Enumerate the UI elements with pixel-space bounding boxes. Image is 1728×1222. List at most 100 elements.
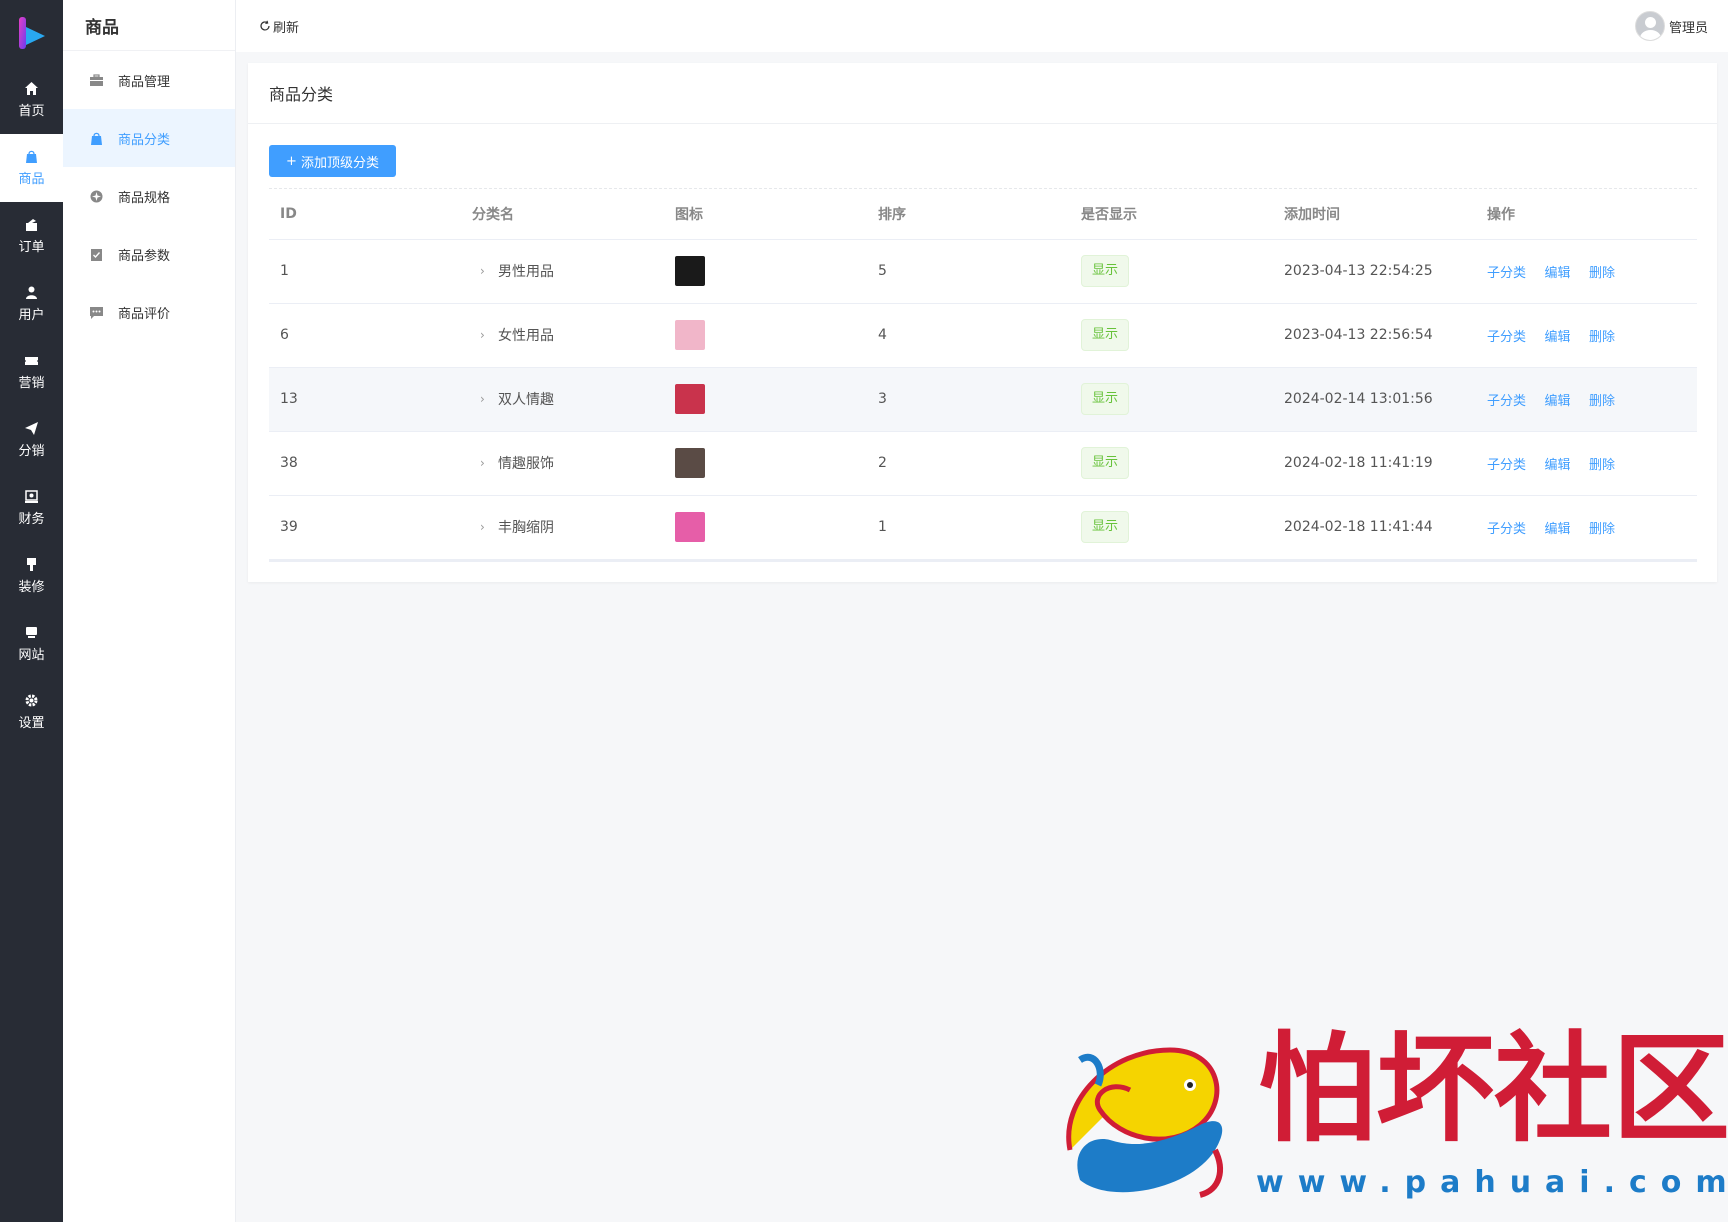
add-top-category-button[interactable]: + 添加顶级分类 <box>269 145 396 177</box>
cell-show: 显示 <box>1081 495 1284 560</box>
rail-item-2[interactable]: 订单 <box>0 202 63 270</box>
rail-item-0[interactable]: 首页 <box>0 66 63 134</box>
category-thumbnail <box>675 384 705 414</box>
cell-sort: 1 <box>878 495 1081 560</box>
table-row: 13 › 双人情趣 3 显示 2024-02-14 13:01:56 子分类 编… <box>269 367 1697 432</box>
delete-link[interactable]: 删除 <box>1589 522 1615 537</box>
category-thumbnail <box>675 512 705 542</box>
cell-icon <box>675 367 878 432</box>
cell-ops: 子分类 编辑 删除 <box>1487 495 1697 560</box>
plus-icon: + <box>286 153 297 169</box>
avatar <box>1634 11 1665 41</box>
status-badge: 显示 <box>1081 319 1130 351</box>
expand-chevron-icon[interactable]: › <box>480 392 490 406</box>
subnav-item-3[interactable]: 商品参数 <box>63 225 235 283</box>
app-logo[interactable] <box>0 0 63 66</box>
rail-item-3[interactable]: 用户 <box>0 270 63 338</box>
subcategory-link[interactable]: 子分类 <box>1487 458 1526 473</box>
add-button-label: 添加顶级分类 <box>300 155 379 171</box>
user-name: 管理员 <box>1668 20 1708 36</box>
cell-time: 2024-02-14 13:01:56 <box>1284 367 1487 432</box>
user-icon <box>26 286 37 299</box>
watermark: 怕坏社区 www.pahuai.com <box>1050 1030 1728 1210</box>
finance-icon <box>25 490 38 503</box>
edit-link[interactable]: 编辑 <box>1544 330 1570 345</box>
cell-show: 显示 <box>1081 303 1284 368</box>
delete-link[interactable]: 删除 <box>1589 266 1615 281</box>
rail-item-label: 网站 <box>18 648 45 663</box>
edit-link[interactable]: 编辑 <box>1544 266 1570 281</box>
logo-icon <box>18 17 45 49</box>
cell-name: › 女性用品 <box>472 303 675 368</box>
cell-sort: 3 <box>878 367 1081 432</box>
comment-icon <box>90 306 103 319</box>
col-header-icon: 图标 <box>675 190 878 240</box>
table-row: 1 › 男性用品 5 显示 2023-04-13 22:54:25 子分类 编辑… <box>269 239 1697 304</box>
rail-item-label: 首页 <box>18 104 45 119</box>
subcategory-link[interactable]: 子分类 <box>1487 330 1526 345</box>
sub-nav: 商品 商品管理 商品分类 商品规格 商品参数 商品评价 <box>63 0 236 1222</box>
subcategory-link[interactable]: 子分类 <box>1487 394 1526 409</box>
category-card: 商品分类 + 添加顶级分类 ID 分类名 图标 排序 是否显示 添加时间 操作 … <box>248 63 1717 582</box>
rail-item-7[interactable]: 装修 <box>0 542 63 610</box>
bag-icon <box>26 150 37 163</box>
expand-chevron-icon[interactable]: › <box>480 520 490 534</box>
col-header-show: 是否显示 <box>1081 190 1284 240</box>
category-name: 女性用品 <box>498 328 554 344</box>
subcategory-link[interactable]: 子分类 <box>1487 266 1526 281</box>
user-menu[interactable]: 管理员 <box>1634 11 1708 41</box>
brush-icon <box>27 558 36 571</box>
home-icon <box>25 82 38 95</box>
delete-link[interactable]: 删除 <box>1589 458 1615 473</box>
expand-chevron-icon[interactable]: › <box>480 456 490 470</box>
subnav-item-4[interactable]: 商品评价 <box>63 283 235 341</box>
category-thumbnail <box>675 448 705 478</box>
refresh-button[interactable]: 刷新 <box>259 17 299 36</box>
main-nav-rail: 首页 商品 订单 用户 营销 分销 财务 装修 网站 设置 <box>0 0 63 1222</box>
cell-show: 显示 <box>1081 367 1284 432</box>
rail-item-label: 订单 <box>18 240 45 255</box>
subnav-item-0[interactable]: 商品管理 <box>63 51 235 109</box>
edit-link[interactable]: 编辑 <box>1544 522 1570 537</box>
cell-ops: 子分类 编辑 删除 <box>1487 367 1697 432</box>
cell-icon <box>675 239 878 304</box>
col-header-ops: 操作 <box>1487 190 1697 240</box>
edit-link[interactable]: 编辑 <box>1544 458 1570 473</box>
subcategory-link[interactable]: 子分类 <box>1487 522 1526 537</box>
rail-item-4[interactable]: 营销 <box>0 338 63 406</box>
cell-icon <box>675 431 878 496</box>
col-header-name: 分类名 <box>472 190 675 240</box>
cell-show: 显示 <box>1081 239 1284 304</box>
subnav-item-label: 商品参数 <box>118 248 171 264</box>
category-name: 丰胸缩阴 <box>498 520 554 536</box>
category-name: 情趣服饰 <box>498 456 554 472</box>
watermark-url: www.pahuai.com <box>1256 1165 1728 1200</box>
col-header-time: 添加时间 <box>1284 190 1487 240</box>
rail-item-label: 设置 <box>18 716 45 731</box>
delete-link[interactable]: 删除 <box>1589 394 1615 409</box>
rail-item-5[interactable]: 分销 <box>0 406 63 474</box>
expand-chevron-icon[interactable]: › <box>480 328 490 342</box>
divider <box>269 188 1697 189</box>
expand-chevron-icon[interactable]: › <box>480 264 490 278</box>
cell-time: 2024-02-18 11:41:19 <box>1284 431 1487 496</box>
subnav-title: 商品 <box>63 0 235 51</box>
table-row: 38 › 情趣服饰 2 显示 2024-02-18 11:41:19 子分类 编… <box>269 431 1697 496</box>
cell-time: 2023-04-13 22:56:54 <box>1284 303 1487 368</box>
rail-item-9[interactable]: 设置 <box>0 678 63 746</box>
rail-item-label: 装修 <box>18 580 45 595</box>
category-thumbnail <box>675 320 705 350</box>
spec-icon <box>90 190 103 202</box>
rail-item-6[interactable]: 财务 <box>0 474 63 542</box>
rail-item-8[interactable]: 网站 <box>0 610 63 678</box>
cell-ops: 子分类 编辑 删除 <box>1487 239 1697 304</box>
subnav-item-1[interactable]: 商品分类 <box>63 109 235 167</box>
cell-time: 2024-02-18 11:41:44 <box>1284 495 1487 560</box>
table-header-row: ID 分类名 图标 排序 是否显示 添加时间 操作 <box>269 190 1697 240</box>
rail-item-1[interactable]: 商品 <box>0 134 63 202</box>
subnav-item-2[interactable]: 商品规格 <box>63 167 235 225</box>
refresh-label: 刷新 <box>273 20 300 36</box>
delete-link[interactable]: 删除 <box>1589 330 1615 345</box>
watermark-text: 怕坏社区 <box>1258 1019 1728 1158</box>
edit-link[interactable]: 编辑 <box>1544 394 1570 409</box>
